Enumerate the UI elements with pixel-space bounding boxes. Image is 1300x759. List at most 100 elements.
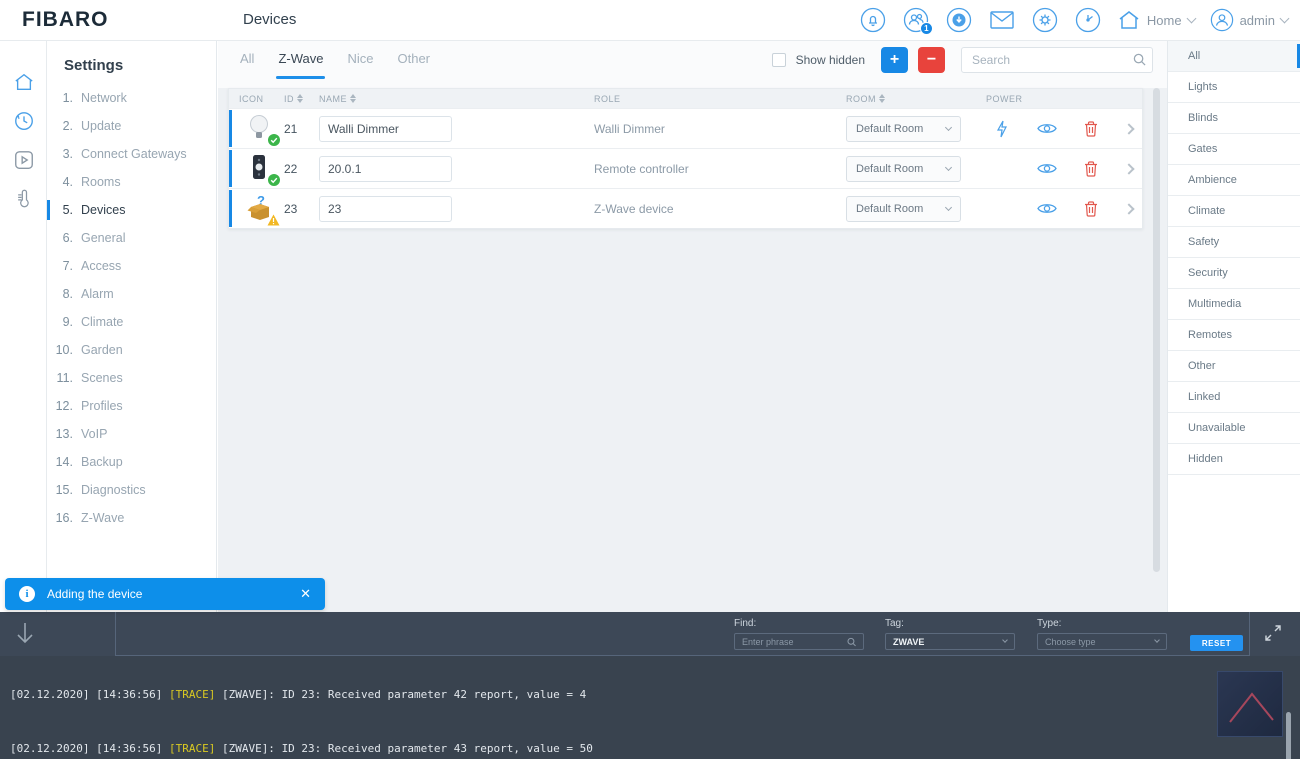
tab-all[interactable]: All	[240, 51, 254, 75]
chevron-down-icon	[945, 123, 952, 130]
media-icon[interactable]	[0, 141, 47, 179]
sidebar-item-climate[interactable]: 9.Climate	[47, 308, 216, 336]
table-row: 21 Walli Dimmer Default Room	[229, 108, 1142, 148]
room-select[interactable]: Default Room	[846, 116, 961, 142]
home-label: Home	[1147, 13, 1182, 28]
console-filter-box: Find: Tag: ZWAVE Type: Choose type RESET	[115, 612, 1250, 656]
col-role: ROLE	[594, 94, 846, 104]
chevron-down-icon	[1186, 14, 1196, 24]
console-scrollbar[interactable]	[1286, 712, 1291, 759]
sidebar-item-scenes[interactable]: 11.Scenes	[47, 364, 216, 392]
row-expand-chevron-icon[interactable]	[1123, 163, 1134, 174]
tab-zwave[interactable]: Z-Wave	[278, 51, 323, 75]
delete-trash-icon[interactable]	[1084, 161, 1098, 177]
filter-item-all[interactable]: All	[1168, 41, 1300, 72]
climate-icon[interactable]	[0, 180, 47, 218]
col-id[interactable]: ID	[284, 94, 319, 104]
bulb-device-icon	[247, 113, 277, 145]
device-tabs: All Z-Wave Nice Other	[240, 51, 430, 75]
row-expand-chevron-icon[interactable]	[1123, 203, 1134, 214]
device-role: Remote controller	[594, 162, 846, 176]
home-selector[interactable]: Home	[1117, 9, 1195, 31]
visibility-eye-icon[interactable]	[1037, 162, 1057, 175]
sidebar-item-alarm[interactable]: 8.Alarm	[47, 280, 216, 308]
col-icon: ICON	[229, 94, 284, 104]
filter-item-ambience[interactable]: Ambience	[1168, 165, 1300, 196]
log-minimap-chart[interactable]	[1217, 671, 1283, 737]
log-output[interactable]: [02.12.2020] [14:36:56] [TRACE] [ZWAVE]:…	[0, 656, 1300, 759]
mail-icon[interactable]	[988, 6, 1016, 34]
close-icon[interactable]: ✕	[300, 586, 311, 602]
filter-item-gates[interactable]: Gates	[1168, 134, 1300, 165]
visibility-eye-icon[interactable]	[1037, 202, 1057, 215]
filter-item-other[interactable]: Other	[1168, 351, 1300, 382]
status-ok-icon	[268, 174, 280, 186]
find-input[interactable]	[742, 637, 847, 647]
remove-device-button[interactable]: −	[918, 47, 945, 73]
filter-item-hidden[interactable]: Hidden	[1168, 444, 1300, 475]
toast-notification: i Adding the device ✕	[5, 578, 325, 610]
scroll-down-icon[interactable]	[14, 621, 36, 647]
filter-item-remotes[interactable]: Remotes	[1168, 320, 1300, 351]
filter-item-unavailable[interactable]: Unavailable	[1168, 413, 1300, 444]
users-icon[interactable]: 1	[902, 6, 930, 34]
device-name-input[interactable]	[319, 156, 452, 182]
sidebar-item-rooms[interactable]: 4.Rooms	[47, 168, 216, 196]
settings-icon[interactable]	[1031, 6, 1059, 34]
tag-group: Tag: ZWAVE	[885, 618, 1015, 650]
show-hidden-checkbox[interactable]	[772, 53, 786, 67]
type-select[interactable]: Choose type	[1037, 633, 1167, 650]
sidebar-item-connect-gateways[interactable]: 3.Connect Gateways	[47, 140, 216, 168]
sort-icon	[879, 94, 885, 103]
filter-item-safety[interactable]: Safety	[1168, 227, 1300, 258]
sidebar-item-update[interactable]: 2.Update	[47, 112, 216, 140]
sidebar-item-network[interactable]: 1.Network	[47, 84, 216, 112]
sidebar-item-general[interactable]: 6.General	[47, 224, 216, 252]
filter-item-security[interactable]: Security	[1168, 258, 1300, 289]
filter-item-climate[interactable]: Climate	[1168, 196, 1300, 227]
gauge-icon[interactable]	[1074, 6, 1102, 34]
main-scrollbar[interactable]	[1153, 88, 1160, 572]
col-name[interactable]: NAME	[319, 94, 594, 104]
sidebar-item-profiles[interactable]: 12.Profiles	[47, 392, 216, 420]
device-name-input[interactable]	[319, 196, 452, 222]
category-filter-panel: All Lights Blinds Gates Ambience Climate…	[1167, 41, 1300, 612]
filter-item-lights[interactable]: Lights	[1168, 72, 1300, 103]
tag-label: Tag:	[885, 618, 1015, 629]
add-device-button[interactable]: +	[881, 47, 908, 73]
devices-table: ICON ID NAME ROLE ROOM POWER 21 Walli Di…	[228, 88, 1143, 229]
sidebar-item-access[interactable]: 7.Access	[47, 252, 216, 280]
page-title: Devices	[243, 11, 296, 28]
filter-item-multimedia[interactable]: Multimedia	[1168, 289, 1300, 320]
home-rail-icon[interactable]	[0, 63, 47, 101]
room-select[interactable]: Default Room	[846, 196, 961, 222]
filter-item-blinds[interactable]: Blinds	[1168, 103, 1300, 134]
alarm-icon[interactable]	[859, 6, 887, 34]
tab-nice[interactable]: Nice	[347, 51, 373, 75]
toast-message: Adding the device	[47, 587, 300, 601]
delete-trash-icon[interactable]	[1084, 121, 1098, 137]
visibility-eye-icon[interactable]	[1037, 122, 1057, 135]
expand-icon[interactable]	[1264, 624, 1282, 642]
delete-trash-icon[interactable]	[1084, 201, 1098, 217]
sidebar-item-backup[interactable]: 14.Backup	[47, 448, 216, 476]
room-select[interactable]: Default Room	[846, 156, 961, 182]
update-download-icon[interactable]	[945, 6, 973, 34]
tag-select[interactable]: ZWAVE	[885, 633, 1015, 650]
filter-item-linked[interactable]: Linked	[1168, 382, 1300, 413]
row-expand-chevron-icon[interactable]	[1123, 123, 1134, 134]
reset-button[interactable]: RESET	[1190, 635, 1243, 651]
col-room[interactable]: ROOM	[846, 94, 986, 104]
sidebar-item-voip[interactable]: 13.VoIP	[47, 420, 216, 448]
device-name-input[interactable]	[319, 116, 452, 142]
sidebar-item-devices[interactable]: 5.Devices	[47, 196, 216, 224]
sidebar-item-diagnostics[interactable]: 15.Diagnostics	[47, 476, 216, 504]
user-menu[interactable]: admin	[1210, 8, 1288, 32]
notification-badge: 1	[920, 22, 933, 35]
device-role: Walli Dimmer	[594, 122, 846, 136]
tab-other[interactable]: Other	[398, 51, 431, 75]
sidebar-item-zwave[interactable]: 16.Z-Wave	[47, 504, 216, 532]
sidebar-item-garden[interactable]: 10.Garden	[47, 336, 216, 364]
search-input[interactable]	[961, 47, 1153, 73]
history-icon[interactable]	[0, 102, 47, 140]
